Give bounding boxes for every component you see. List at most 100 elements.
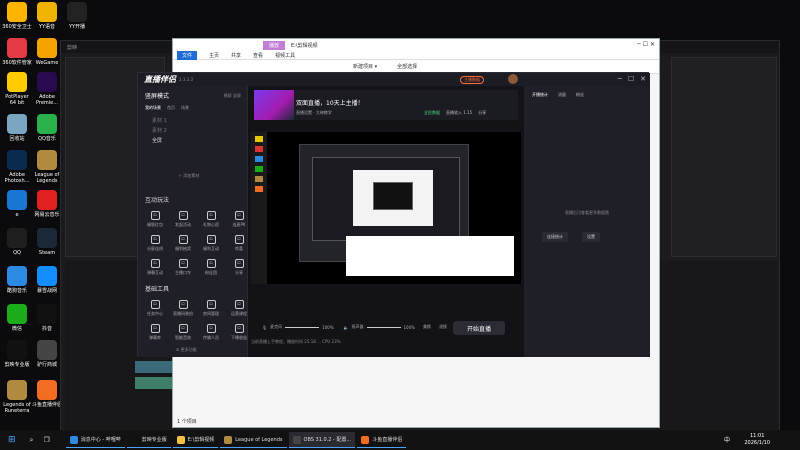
feature-button[interactable]: ▫ 福利互动 <box>198 232 224 254</box>
desktop-icon[interactable]: 酷狗音乐 <box>2 266 32 294</box>
ime-indicator[interactable]: 中 <box>724 435 730 444</box>
taskbar-app[interactable]: E:\剪辑视频 <box>172 432 219 448</box>
ribbon-tab[interactable]: 查看 <box>253 52 263 59</box>
taskbar-app[interactable]: League of Legends <box>220 432 287 448</box>
desktop-icon[interactable]: YY语音 <box>32 2 62 30</box>
scene-item[interactable]: 素材 2 <box>152 125 247 135</box>
desktop-icon[interactable]: Steam <box>32 228 62 256</box>
desktop-icon[interactable]: YY开播 <box>62 2 92 30</box>
scene-item[interactable]: 全屏 <box>152 135 247 145</box>
select-all-button[interactable]: 全部选择 <box>397 63 417 70</box>
live-companion-window[interactable]: 直播伴侣 2.3.3.3 主播数据 ─ ☐ ✕ 竖屏模式 横屏 竖屏 我的场景首… <box>137 72 650 357</box>
scene-item[interactable]: 素材 1 <box>152 115 247 125</box>
mic-icon[interactable]: 🎙 <box>262 325 267 330</box>
feature-button[interactable]: ▫ 任务中心 <box>142 297 168 319</box>
task-view-icon[interactable]: ❐ <box>43 436 49 444</box>
streamer-data-badge[interactable]: 主播数据 <box>460 76 484 84</box>
scene-tab[interactable]: 场景 <box>181 105 189 111</box>
douyu-icon <box>37 380 57 400</box>
avatar[interactable] <box>508 74 518 84</box>
feature-button[interactable]: ▫ 分屏连线 <box>142 232 168 254</box>
feature-button[interactable]: ▫ 房间管理 <box>198 297 224 319</box>
desktop-icon[interactable]: QQ <box>2 228 32 256</box>
search-icon[interactable]: ⌕ <box>30 436 34 445</box>
desktop-icon[interactable]: 回收站 <box>2 114 32 142</box>
feature-button[interactable]: ▫ 弹幕互动 <box>142 256 168 278</box>
connect-stats-button[interactable]: 连接统计 <box>542 232 568 242</box>
scene-tab[interactable]: 首页 <box>167 105 175 111</box>
desktop-icon-label: QQ音乐 <box>38 136 56 142</box>
mode-options[interactable]: 横屏 竖屏 <box>224 93 241 99</box>
recycle-bin-icon <box>7 114 27 134</box>
more-features-button[interactable]: ⊞ 更多功能 <box>176 347 247 353</box>
desktop-icon[interactable]: Adobe Premie... <box>32 72 62 106</box>
desktop-icon[interactable]: 360安全卫士 <box>2 2 32 30</box>
feature-button[interactable]: ▫ 礼物心愿 <box>198 208 224 230</box>
mic-volume-slider[interactable] <box>285 326 320 328</box>
desktop-icon[interactable]: 抖音 <box>32 304 62 332</box>
taskbar-app[interactable]: 剪映专业版 <box>126 432 171 448</box>
taskbar-app[interactable]: 斗鱼直播伴侣 <box>357 432 407 448</box>
mode-selector[interactable]: 竖屏模式 <box>145 91 169 100</box>
desktop-icon[interactable]: QQ音乐 <box>32 114 62 142</box>
start-live-button[interactable]: 开始直播 <box>453 321 505 335</box>
taskbar-app-label: 剪映专业版 <box>141 437 167 443</box>
add-source-button[interactable]: ＋ 添加素材 <box>178 173 247 179</box>
ribbon-tab[interactable]: 文件 <box>177 50 198 60</box>
feature-button[interactable]: ▫ 福利抽奖 <box>170 232 196 254</box>
ribbon-tab[interactable]: 主页 <box>209 52 219 59</box>
live-window-controls[interactable]: ─ ☐ ✕ <box>618 75 646 83</box>
taskbar-app[interactable]: OBS 31.0.2 - 配置... <box>288 432 356 448</box>
desktop-icon[interactable]: 微信 <box>2 304 32 332</box>
minimize-icon[interactable]: ─ <box>618 75 622 83</box>
desktop-icon[interactable]: Legends of Runeterra <box>2 380 32 414</box>
explorer-context-tab[interactable]: 播放 <box>263 40 286 50</box>
feature-button[interactable]: ▫ 发起活动 <box>170 208 196 230</box>
right-tab[interactable]: 开播统计 <box>532 92 548 98</box>
filter-button[interactable]: 滤镜 <box>439 324 447 330</box>
start-icon[interactable]: ⊞ <box>8 435 16 445</box>
feature-button[interactable]: ▫ 福袋红包 <box>142 208 168 230</box>
ribbon-tab[interactable]: 共享 <box>231 52 241 59</box>
window-controls[interactable]: ─ ☐ ✕ <box>637 41 655 48</box>
right-settings-button[interactable]: 设置 <box>582 232 600 242</box>
scene-tab[interactable]: 我的场景 <box>145 105 161 111</box>
close-icon[interactable]: ✕ <box>640 75 646 83</box>
speaker-volume-slider[interactable] <box>366 326 401 328</box>
desktop-icon[interactable]: 斗鱼直播伴侣 <box>32 380 62 408</box>
desktop-icon[interactable]: PotPlayer 64 bit <box>2 72 32 106</box>
beauty-button[interactable]: 美颜 <box>423 324 431 330</box>
speaker-icon[interactable]: 🔈 <box>344 325 349 330</box>
scene-list[interactable]: 素材 1 素材 2 全屏 <box>138 115 247 145</box>
new-project-button[interactable]: 新建项目 ▾ <box>353 63 377 70</box>
desktop-icon[interactable]: 驴行商城 <box>32 340 62 368</box>
explorer-ribbon-tabs[interactable]: 文件 主页 共享 查看 视频工具 <box>173 50 659 60</box>
maximize-icon[interactable]: ☐ <box>628 75 634 83</box>
desktop-icon[interactable]: League of Legends <box>32 150 62 184</box>
feature-button[interactable]: ▫ 弹幕库 <box>142 321 168 343</box>
live-right-panel: 开播统计 流量 粉丝 直播后可查看更多数据哦 连接统计 设置 <box>524 86 650 357</box>
desktop-icon[interactable]: 360软件管家 <box>2 38 32 66</box>
desktop-icon[interactable]: Adobe Photosh... <box>2 150 32 184</box>
desktop-icon[interactable]: 暴雪战网 <box>32 266 62 294</box>
live-preview[interactable] <box>251 132 521 284</box>
right-tabs[interactable]: 开播统计 流量 粉丝 <box>524 86 650 98</box>
feature-button[interactable]: ▫ 传输人员 <box>198 321 224 343</box>
feature-button[interactable]: ▫ 智能音效 <box>170 321 196 343</box>
desktop-icon[interactable]: WeGame <box>32 38 62 66</box>
desktop-icon[interactable]: 网易云音乐 <box>32 190 62 218</box>
ribbon-tab[interactable]: 视频工具 <box>275 52 295 59</box>
feature-button[interactable]: ▫ 粉丝团 <box>198 256 224 278</box>
promo-banner[interactable]: 双面直播，10天上主播！ 直播设置 · 大神教学 全民数据 直播收入 1.15 … <box>254 90 518 120</box>
taskbar-app[interactable]: 消息中心 - 哔哩哔 <box>65 432 125 448</box>
feature-icon: ▫ <box>206 258 216 268</box>
right-tab[interactable]: 流量 <box>558 92 566 98</box>
feature-button[interactable]: ▫ 主播口令 <box>170 256 196 278</box>
desktop-icon[interactable]: 剪映专业版 <box>2 340 32 368</box>
scene-tabs[interactable]: 我的场景 首页 场景 <box>145 105 247 111</box>
right-tab[interactable]: 粉丝 <box>576 92 584 98</box>
desktop-icon[interactable]: e <box>2 190 32 218</box>
feature-button[interactable]: ▫ 直播间装扮 <box>170 297 196 319</box>
editor-properties-panel[interactable] <box>671 57 777 257</box>
clock[interactable]: 11:01 2026/1/10 <box>744 433 770 447</box>
